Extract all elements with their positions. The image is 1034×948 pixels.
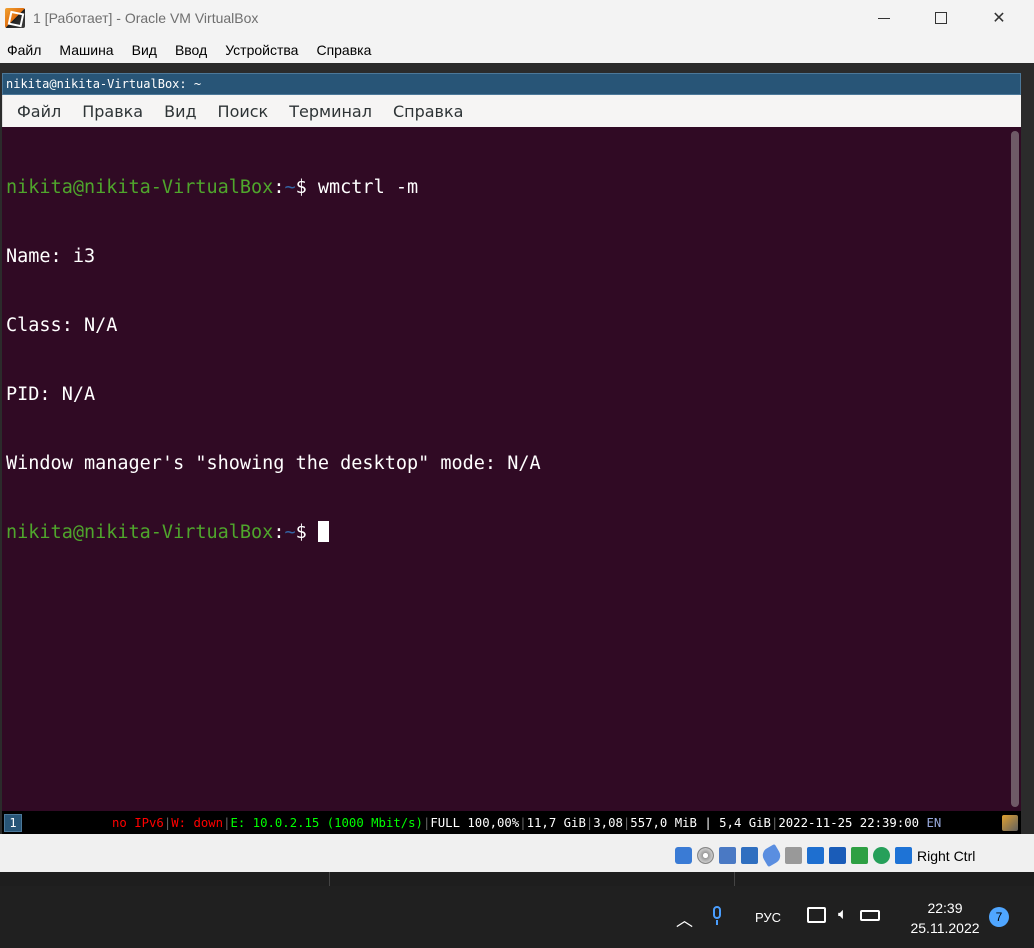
display-icon[interactable] — [807, 847, 824, 864]
maximize-icon — [935, 12, 947, 24]
host-menubar: Файл Машина Вид Ввод Устройства Справка — [0, 36, 1034, 63]
window-title: 1 [Работает] - Oracle VM VirtualBox — [33, 10, 259, 26]
vm-display[interactable]: nikita@nikita-VirtualBox: ~ Файл Правка … — [0, 63, 1034, 835]
ipv6-status: no IPv6 — [112, 816, 164, 830]
workspace-button[interactable]: 1 — [4, 814, 22, 832]
disk-status: 11,7 GiB — [526, 816, 586, 830]
menu-input[interactable]: Ввод — [175, 42, 207, 58]
mouse-integration-icon[interactable] — [895, 847, 912, 864]
maximize-button[interactable] — [912, 0, 970, 36]
notification-badge[interactable]: 7 — [989, 907, 1009, 927]
menu-devices[interactable]: Устройства — [225, 42, 298, 58]
menu-file[interactable]: Файл — [7, 42, 41, 58]
terminal-scrollbar[interactable] — [1011, 131, 1019, 807]
network-icon[interactable] — [741, 847, 758, 864]
output-line: Window manager's "showing the desktop" m… — [6, 453, 541, 474]
terminal-menu-help[interactable]: Справка — [393, 102, 464, 121]
shared-folders-icon[interactable] — [785, 847, 802, 864]
clock[interactable]: 22:39 25.11.2022 — [905, 898, 985, 938]
network-icon[interactable] — [807, 907, 826, 923]
terminal-output[interactable]: nikita@nikita-VirtualBox:~$ wmctrl -m Na… — [2, 127, 1021, 811]
terminal-menu-edit[interactable]: Правка — [82, 102, 143, 121]
prompt-separator: : — [273, 522, 285, 543]
prompt-separator: : — [273, 177, 285, 198]
ethernet-status: E: 10.0.2.15 (1000 Mbit/s) — [230, 816, 423, 830]
memory-status: 557,0 MiB | 5,4 GiB — [630, 816, 771, 830]
vbox-status-bar: Right Ctrl — [0, 834, 1034, 872]
window-titlebar: 1 [Работает] - Oracle VM VirtualBox ✕ — [0, 0, 1034, 36]
vtx-icon[interactable] — [851, 847, 868, 864]
load-status: 3,08 — [593, 816, 623, 830]
prompt-dollar: $ — [295, 177, 318, 198]
close-button[interactable]: ✕ — [970, 0, 1028, 36]
audio-icon[interactable] — [719, 847, 736, 864]
status-line: no IPv6|W: down|E: 10.0.2.15 (1000 Mbit/… — [112, 811, 941, 835]
prompt-dollar: $ — [295, 522, 318, 543]
terminal-titlebar[interactable]: nikita@nikita-VirtualBox: ~ — [2, 73, 1021, 95]
terminal-menu-view[interactable]: Вид — [164, 102, 196, 121]
menu-help[interactable]: Справка — [316, 42, 371, 58]
clock-date: 25.11.2022 — [910, 920, 980, 936]
menu-view[interactable]: Вид — [132, 42, 157, 58]
battery-status: FULL 100,00% — [430, 816, 520, 830]
command-text: wmctrl -m — [317, 177, 419, 198]
terminal-menu-terminal[interactable]: Терминал — [289, 102, 372, 121]
guest-additions-icon[interactable] — [873, 847, 890, 864]
output-line: Class: N/A — [6, 315, 118, 336]
i3-status-bar: 1 no IPv6|W: down|E: 10.0.2.15 (1000 Mbi… — [2, 811, 1021, 835]
input-language[interactable]: РУС — [755, 910, 781, 925]
divider — [329, 872, 330, 886]
status-separator: | — [519, 816, 527, 830]
optical-drive-icon[interactable] — [697, 847, 714, 864]
prompt-user: nikita@nikita-VirtualBox — [6, 522, 274, 543]
system-tray[interactable]: 🔈︎ — [807, 906, 892, 924]
divider — [734, 872, 735, 886]
minimize-icon — [878, 18, 890, 19]
clock-time: 22:39 — [927, 900, 963, 916]
desktop-strip — [0, 872, 1034, 886]
command-line: nikita@nikita-VirtualBox:~$ wmctrl -m — [6, 176, 1021, 199]
host-key-label[interactable]: Right Ctrl — [917, 848, 975, 864]
datetime-status: 2022-11-25 22:39:00 — [778, 816, 920, 830]
windows-taskbar: ︿ РУС 🔈︎ 22:39 25.11.2022 7 — [0, 886, 1034, 948]
hard-disk-icon[interactable] — [675, 847, 692, 864]
terminal-menubar: Файл Правка Вид Поиск Терминал Справка — [2, 95, 1021, 127]
minimize-button[interactable] — [855, 0, 913, 36]
keyboard-layout: EN — [926, 816, 942, 830]
microphone-icon[interactable] — [711, 906, 723, 926]
show-hidden-icons-chevron-icon[interactable]: ︿ — [676, 906, 693, 931]
close-icon: ✕ — [992, 10, 1006, 27]
terminal-menu-file[interactable]: Файл — [17, 102, 61, 121]
output-line: Name: i3 — [6, 246, 96, 267]
volume-icon[interactable]: 🔈︎ — [838, 906, 848, 924]
prompt-path: ~ — [284, 177, 296, 198]
virtualbox-app-icon — [5, 8, 25, 28]
virtualbox-tray-icon[interactable] — [1002, 815, 1018, 831]
usb-icon[interactable] — [759, 843, 784, 868]
prompt-user: nikita@nikita-VirtualBox — [6, 177, 274, 198]
wifi-status: W: down — [171, 816, 224, 830]
recording-icon[interactable] — [829, 847, 846, 864]
prompt-path: ~ — [284, 522, 296, 543]
terminal-menu-search[interactable]: Поиск — [218, 102, 269, 121]
terminal-cursor — [317, 521, 329, 542]
current-prompt-line: nikita@nikita-VirtualBox:~$ — [6, 521, 1021, 544]
battery-icon[interactable] — [859, 909, 880, 921]
menu-machine[interactable]: Машина — [59, 42, 113, 58]
output-line: PID: N/A — [6, 384, 96, 405]
